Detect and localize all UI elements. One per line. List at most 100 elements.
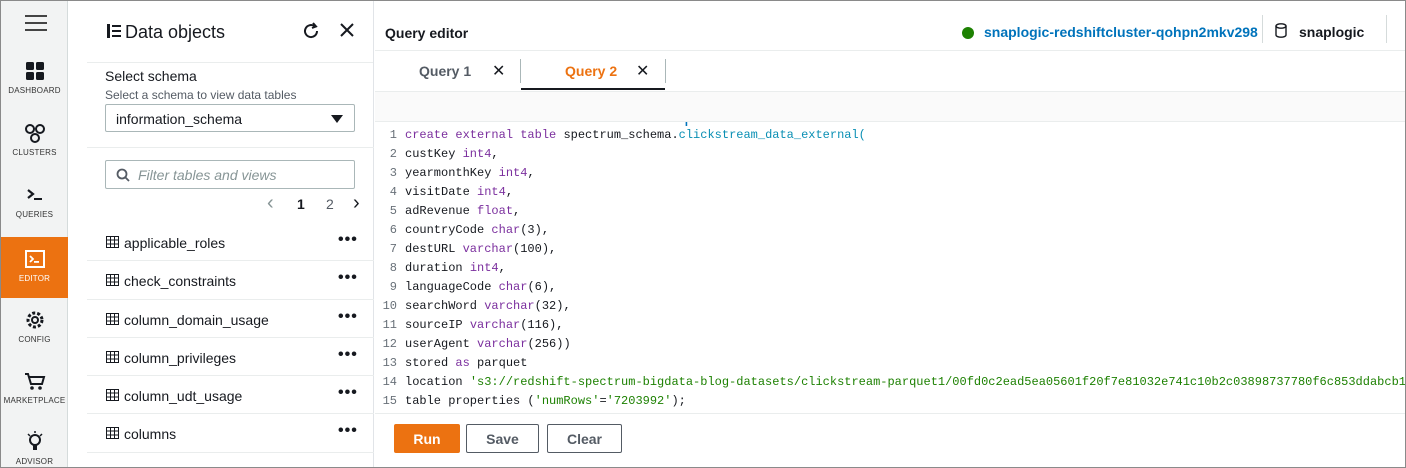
- divider: [1262, 15, 1263, 43]
- nav-item-queries[interactable]: QUERIES: [1, 183, 68, 244]
- more-actions-icon[interactable]: •••: [338, 384, 358, 402]
- tab-label: Query 2: [565, 63, 618, 79]
- table-row[interactable]: check_constraints •••: [87, 261, 374, 300]
- tables-list: applicable_roles ••• check_constraints •…: [87, 223, 374, 453]
- code-token: parquet: [469, 356, 528, 370]
- data-objects-title: Data objects: [125, 22, 226, 42]
- table-name: column_udt_usage: [124, 388, 243, 405]
- table-row[interactable]: columns •••: [87, 414, 374, 453]
- filter-placeholder: Filter tables and views: [138, 167, 277, 183]
- nav-label: ADVISOR: [15, 457, 54, 466]
- tab-query-1[interactable]: Query 1 ✕: [400, 51, 520, 89]
- code-token: varchar: [484, 299, 535, 313]
- hamburger-menu-icon[interactable]: [25, 15, 47, 31]
- code-line: 10 searchWord varchar(32),: [375, 299, 1405, 318]
- code-token: ,: [527, 166, 535, 180]
- nav-item-marketplace[interactable]: MARKETPLACE: [1, 369, 68, 430]
- more-actions-icon[interactable]: •••: [338, 346, 358, 364]
- nav-item-advisor[interactable]: ADVISOR: [1, 430, 68, 467]
- code-token: countryCode: [405, 223, 492, 237]
- save-button[interactable]: Save: [466, 424, 539, 453]
- run-button[interactable]: Run: [394, 424, 460, 453]
- code-token: (100),: [513, 242, 557, 256]
- refresh-icon[interactable]: [302, 22, 320, 40]
- divider: [520, 59, 521, 83]
- nav-item-dashboard[interactable]: DASHBOARD: [1, 59, 68, 120]
- more-actions-icon[interactable]: •••: [338, 231, 358, 249]
- database-icon: [1275, 23, 1287, 38]
- code-token: duration: [405, 261, 470, 275]
- table-icon: [106, 312, 119, 325]
- line-number: 1: [389, 128, 397, 142]
- sql-code-editor[interactable]: 1 create external table spectrum_schema.c…: [375, 125, 1406, 413]
- code-line: 6 countryCode char(3),: [375, 223, 1405, 242]
- schema-select[interactable]: information_schema: [105, 104, 355, 132]
- line-number: 10: [382, 299, 397, 313]
- code-token: int4: [477, 185, 506, 199]
- code-token: searchWord: [405, 299, 485, 313]
- line-number: 8: [389, 261, 397, 275]
- clear-button[interactable]: Clear: [547, 424, 622, 453]
- page-2-button[interactable]: 2: [326, 196, 334, 212]
- filter-tables-input[interactable]: Filter tables and views: [105, 160, 355, 189]
- nav-item-clusters[interactable]: CLUSTERS: [1, 121, 68, 182]
- code-token: languageCode: [405, 280, 499, 294]
- nav-item-editor[interactable]: EDITOR: [1, 237, 68, 298]
- data-objects-header: Data objects: [87, 1, 373, 63]
- code-line: 1 create external table spectrum_schema.c…: [375, 128, 1405, 147]
- dashboard-icon: [25, 62, 44, 80]
- code-token: userAgent: [405, 337, 478, 351]
- code-token: stored: [405, 356, 456, 370]
- schema-select-value: information_schema: [116, 111, 243, 127]
- close-tab-icon[interactable]: ✕: [636, 61, 649, 81]
- editor-title: Query editor: [385, 25, 469, 41]
- line-number: 13: [382, 356, 397, 370]
- code-token: (32),: [534, 299, 571, 313]
- list-icon: [107, 24, 121, 38]
- database-name[interactable]: snaplogic: [1299, 24, 1364, 40]
- table-icon: [106, 350, 119, 363]
- close-tab-icon[interactable]: ✕: [492, 61, 505, 81]
- next-page-button[interactable]: ›: [353, 193, 360, 213]
- more-actions-icon[interactable]: •••: [338, 269, 358, 287]
- table-row[interactable]: applicable_roles •••: [87, 223, 374, 262]
- more-actions-icon[interactable]: •••: [338, 422, 358, 440]
- app-frame: DASHBOARD CLUSTERS QUERIES EDITOR CONFIG…: [0, 0, 1406, 468]
- code-token: yearmonthKey: [405, 166, 499, 180]
- line-number: 14: [382, 375, 397, 389]
- code-line: 4 visitDate int4,: [375, 185, 1405, 204]
- code-token: int4: [498, 166, 528, 180]
- code-token: custKey: [405, 147, 463, 161]
- code-line: 12 userAgent varchar(256)): [375, 337, 1405, 356]
- table-row[interactable]: column_privileges •••: [87, 338, 374, 377]
- tab-query-2[interactable]: Query 2 ✕: [521, 51, 665, 90]
- code-token: int4: [469, 261, 499, 275]
- code-token: 's3://redshift-spectrum-bigdata-blog-dat…: [469, 375, 1406, 389]
- code-token: 'numRows': [534, 394, 600, 408]
- code-token: location: [405, 375, 470, 389]
- code-token: as: [455, 356, 470, 370]
- cluster-name-link[interactable]: snaplogic-redshiftcluster-qohpn2mkv298: [984, 24, 1258, 40]
- more-actions-icon[interactable]: •••: [338, 308, 358, 326]
- pagination: ‹ 1 2 ›: [267, 193, 367, 213]
- table-name: check_constraints: [124, 273, 237, 290]
- page-1-button[interactable]: 1: [297, 196, 305, 212]
- select-schema-label: Select schema: [105, 68, 197, 84]
- code-token: (3),: [520, 223, 550, 237]
- line-number: 3: [389, 166, 397, 180]
- table-row[interactable]: column_domain_usage •••: [87, 300, 374, 338]
- line-number: 11: [382, 318, 397, 332]
- data-objects-panel: Data objects Select schema Select a sche…: [87, 1, 374, 467]
- code-token: create external table: [405, 128, 564, 142]
- editor-toolbar-strip: [375, 91, 1405, 122]
- code-token: (256)): [527, 337, 571, 351]
- code-token: float: [477, 204, 514, 218]
- table-icon: [106, 427, 119, 440]
- prev-page-button[interactable]: ‹: [267, 193, 274, 213]
- code-token: ,: [505, 185, 514, 199]
- nav-item-config[interactable]: CONFIG: [1, 308, 68, 369]
- code-token: char: [491, 223, 521, 237]
- table-name: column_domain_usage: [124, 311, 269, 328]
- close-icon[interactable]: [339, 22, 355, 38]
- table-row[interactable]: column_udt_usage •••: [87, 376, 374, 415]
